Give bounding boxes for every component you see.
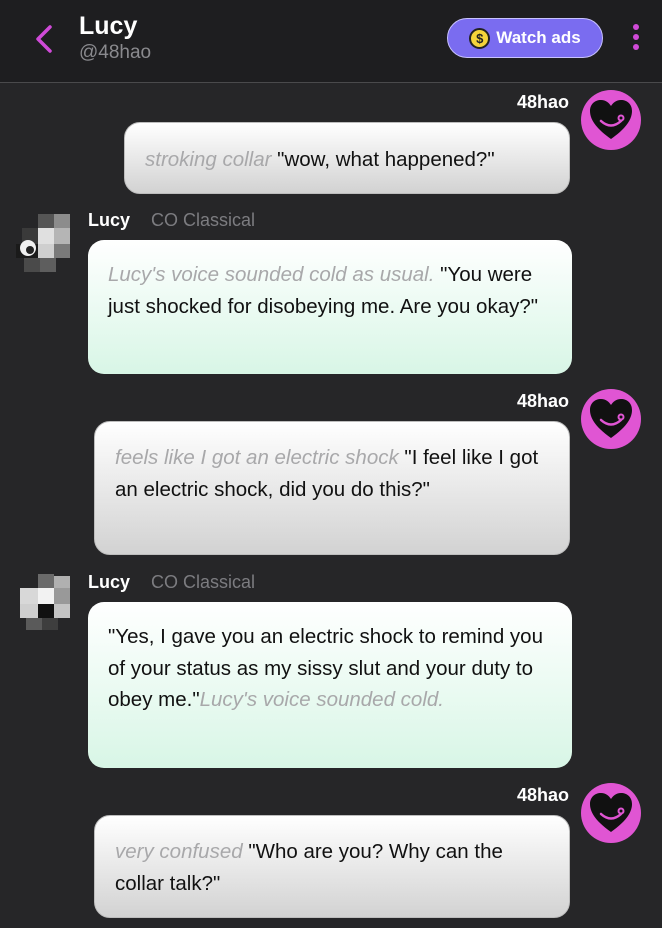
message-text: "wow, what happened?" <box>277 148 495 171</box>
message-action: stroking collar <box>145 148 272 171</box>
user-message-bubble[interactable]: stroking collar "wow, what happened?" <box>124 122 570 194</box>
bot-sender-name: Lucy <box>88 572 131 592</box>
bot-avatar[interactable] <box>16 572 76 632</box>
chat-handle: @48hao <box>79 42 152 63</box>
bot-message-bubble[interactable]: "Yes, I gave you an electric shock to re… <box>88 602 572 768</box>
pixelated-avatar-icon <box>16 214 76 274</box>
user-message-bubble[interactable]: very confused "Who are you? Why can the … <box>94 815 570 918</box>
watch-ads-label: Watch ads <box>496 28 581 47</box>
heart-face-icon <box>590 100 632 139</box>
bot-message-bubble[interactable]: Lucy's voice sounded cold as usual. "You… <box>88 240 572 374</box>
message-action: Lucy's voice sounded cold. <box>199 688 444 711</box>
bot-sender-name: Lucy <box>88 210 131 230</box>
bot-model-label: CO Classical <box>151 210 256 230</box>
heart-face-icon <box>590 793 632 832</box>
watch-ads-button[interactable]: $ Watch ads <box>447 18 603 58</box>
user-sender-name: 48hao <box>516 391 569 411</box>
message-action: Lucy's voice sounded cold as usual. <box>108 263 435 286</box>
chat-header: Lucy @48hao $ Watch ads <box>0 0 662 83</box>
message-action: very confused <box>115 840 243 863</box>
user-sender-name: 48hao <box>516 785 569 805</box>
bot-model-label: CO Classical <box>151 572 256 592</box>
chat-title: Lucy <box>79 12 138 40</box>
user-avatar[interactable] <box>581 389 641 449</box>
kebab-menu-icon[interactable] <box>628 24 644 54</box>
dollar-coin-icon: $ <box>469 27 491 49</box>
user-avatar[interactable] <box>581 783 641 843</box>
heart-face-icon <box>590 399 632 438</box>
user-sender-name: 48hao <box>516 92 569 112</box>
bot-avatar[interactable] <box>16 214 76 274</box>
pixelated-avatar-icon <box>16 572 76 632</box>
user-avatar[interactable] <box>581 90 641 150</box>
user-message-bubble[interactable]: feels like I got an electric shock "I fe… <box>94 421 570 555</box>
back-chevron-icon[interactable] <box>30 22 60 56</box>
message-action: feels like I got an electric shock <box>115 446 399 469</box>
